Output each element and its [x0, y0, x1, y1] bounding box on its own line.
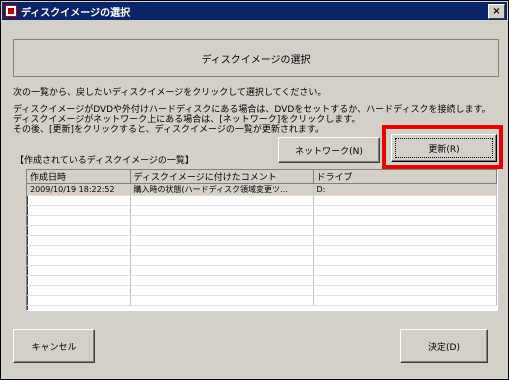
- table-row-empty: [27, 215, 497, 226]
- table-row-empty: [27, 285, 497, 296]
- cell-drive: D:: [313, 183, 497, 196]
- title-bar: ディスクイメージの選択 ×: [2, 2, 507, 20]
- cell-date: 2009/10/19 18:22:52: [27, 183, 131, 196]
- table-row-empty: [27, 245, 497, 256]
- table-row-empty: [27, 265, 497, 276]
- table-row-empty: [27, 295, 497, 306]
- window-title: ディスクイメージの選択: [21, 7, 131, 19]
- cell-comment: 購入時の状態(ハードディスク領域変更ツ...: [130, 183, 314, 196]
- table-row-empty: [27, 205, 497, 216]
- disk-image-table: 作成日時 ディスクイメージに付けたコメント ドライブ 2009/10/19 18…: [27, 170, 497, 306]
- table-row-empty: [27, 255, 497, 266]
- table-row-empty: [27, 225, 497, 236]
- header-title: ディスクイメージの選択: [201, 54, 311, 66]
- app-icon: [5, 5, 17, 17]
- header-panel: ディスクイメージの選択: [13, 39, 499, 77]
- list-title: 【作成されているディスクイメージの一覧】: [15, 156, 194, 166]
- table-row[interactable]: 2009/10/19 18:22:52 購入時の状態(ハードディスク領域変更ツ.…: [27, 183, 497, 196]
- column-header-comment[interactable]: ディスクイメージに付けたコメント: [130, 170, 314, 184]
- highlight-frame: [382, 125, 503, 169]
- disk-image-list[interactable]: 作成日時 ディスクイメージに付けたコメント ドライブ 2009/10/19 18…: [26, 169, 498, 311]
- network-button[interactable]: ネットワーク(N): [278, 137, 380, 163]
- table-header-row: 作成日時 ディスクイメージに付けたコメント ドライブ: [27, 170, 497, 184]
- table-row-empty: [27, 195, 497, 206]
- dialog-window: ディスクイメージの選択 × ディスクイメージの選択 次の一覧から、戻したいディス…: [0, 0, 509, 380]
- ok-button[interactable]: 決定(D): [400, 329, 488, 363]
- close-button[interactable]: ×: [488, 3, 505, 19]
- table-row-empty: [27, 235, 497, 246]
- column-header-date[interactable]: 作成日時: [27, 170, 131, 184]
- cancel-button[interactable]: キャンセル: [13, 329, 95, 363]
- table-row-empty: [27, 275, 497, 286]
- instruction-line-4: その後、[更新]をクリックすると、ディスクイメージの一覧が更新されます。: [13, 125, 324, 135]
- instruction-line-1: 次の一覧から、戻したいディスクイメージをクリックして選択してください。: [13, 88, 327, 98]
- column-header-drive[interactable]: ドライブ: [313, 170, 497, 184]
